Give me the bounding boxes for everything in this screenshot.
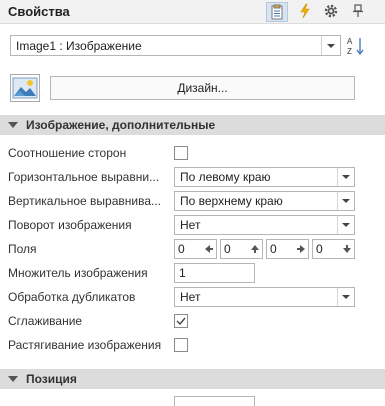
chevron-down-icon[interactable] bbox=[337, 168, 354, 186]
prop-label-h-align: Горизонтальное выравни... bbox=[8, 170, 160, 184]
pin-icon bbox=[353, 4, 363, 17]
h-align-select[interactable]: По левому краю bbox=[174, 167, 355, 187]
properties-icon bbox=[271, 4, 283, 20]
chevron-down-icon[interactable] bbox=[337, 288, 354, 306]
prop-label-margins: Поля bbox=[8, 242, 37, 256]
rotation-select[interactable]: Нет bbox=[174, 215, 355, 235]
margin-top-field[interactable]: 0 bbox=[220, 239, 263, 259]
arrow-down-icon bbox=[343, 245, 351, 253]
duplicates-value: Нет bbox=[180, 290, 201, 304]
image-preview bbox=[10, 74, 40, 102]
svg-text:Z: Z bbox=[347, 47, 352, 56]
design-button[interactable]: Дизайн... bbox=[50, 76, 355, 100]
margin-top-value: 0 bbox=[224, 242, 231, 256]
margin-bottom-field[interactable]: 0 bbox=[312, 239, 355, 259]
gear-icon bbox=[324, 4, 338, 18]
prop-label-aspect-ratio: Соотношение сторон bbox=[8, 146, 127, 160]
v-align-select[interactable]: По верхнему краю bbox=[174, 191, 355, 211]
smoothing-checkbox[interactable] bbox=[174, 314, 188, 328]
image-icon bbox=[12, 77, 38, 99]
svg-text:A: A bbox=[347, 37, 353, 46]
collapse-triangle-icon[interactable] bbox=[8, 376, 18, 382]
h-align-value: По левому краю bbox=[180, 170, 271, 184]
prop-label-multiplier: Множитель изображения bbox=[8, 266, 148, 280]
prop-label-duplicates: Обработка дубликатов bbox=[8, 290, 136, 304]
section-image-extra[interactable]: Изображение, дополнительные bbox=[0, 115, 385, 135]
pin-button[interactable] bbox=[347, 2, 369, 22]
properties-tab-button[interactable] bbox=[266, 2, 288, 22]
duplicates-select[interactable]: Нет bbox=[174, 287, 355, 307]
margin-left-field[interactable]: 0 bbox=[174, 239, 217, 259]
prop-label-stretch: Растягивание изображения bbox=[8, 338, 162, 352]
margin-right-value: 0 bbox=[270, 242, 277, 256]
chevron-down-icon[interactable] bbox=[337, 216, 354, 234]
arrow-up-icon bbox=[251, 245, 259, 253]
rotation-value: Нет bbox=[180, 218, 201, 232]
stretch-checkbox[interactable] bbox=[174, 338, 188, 352]
multiplier-value: 1 bbox=[179, 266, 186, 280]
chevron-down-icon[interactable] bbox=[321, 36, 340, 55]
events-lightning-icon bbox=[300, 3, 310, 19]
multiplier-input[interactable]: 1 bbox=[174, 263, 255, 283]
prop-label-v-align: Вертикальное выравнива... bbox=[8, 194, 162, 208]
component-select-value: Image1 : Изображение bbox=[16, 39, 142, 53]
section-position[interactable]: Позиция bbox=[0, 369, 385, 389]
margin-left-value: 0 bbox=[178, 242, 185, 256]
prop-label-rotation: Поворот изображения bbox=[8, 218, 132, 232]
position-field-partial[interactable] bbox=[174, 396, 255, 406]
v-align-value: По верхнему краю bbox=[180, 194, 283, 208]
component-select[interactable]: Image1 : Изображение bbox=[10, 35, 341, 56]
arrow-left-icon bbox=[205, 245, 213, 253]
panel-title: Свойства bbox=[8, 4, 70, 19]
margin-right-field[interactable]: 0 bbox=[266, 239, 309, 259]
prop-label-smoothing: Сглаживание bbox=[8, 314, 83, 328]
sort-button[interactable]: A Z bbox=[346, 35, 366, 57]
chevron-down-icon[interactable] bbox=[337, 192, 354, 210]
arrow-right-icon bbox=[297, 245, 305, 253]
section-title: Изображение, дополнительные bbox=[26, 118, 216, 132]
sort-az-icon: A Z bbox=[347, 37, 364, 56]
section-title: Позиция bbox=[26, 372, 77, 386]
collapse-triangle-icon[interactable] bbox=[8, 122, 18, 128]
settings-button[interactable] bbox=[320, 2, 342, 22]
aspect-ratio-checkbox[interactable] bbox=[174, 146, 188, 160]
checkmark-icon bbox=[176, 317, 186, 326]
margin-bottom-value: 0 bbox=[316, 242, 323, 256]
events-tab-button[interactable] bbox=[294, 2, 316, 22]
